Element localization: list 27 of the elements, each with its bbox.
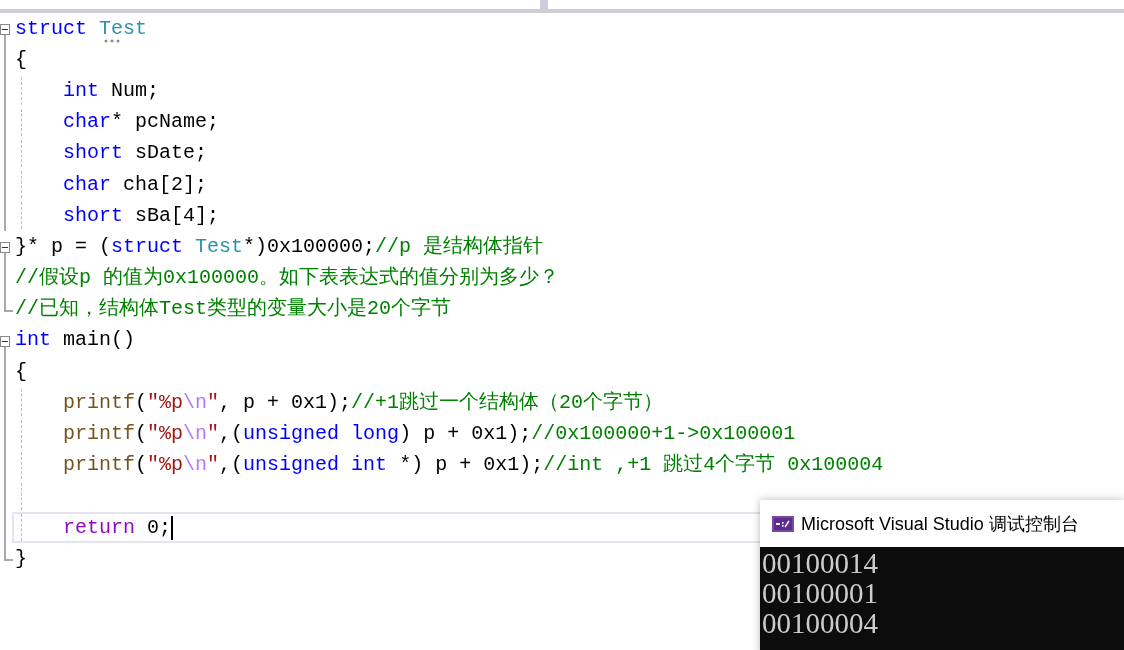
console-app-icon [772, 515, 794, 532]
collapse-icon[interactable] [0, 242, 10, 254]
code-line: short sBa[4]; [63, 204, 220, 227]
code-line: //假设p 的值为0x100000。如下表表达式的值分别为多少？ [15, 267, 560, 290]
code-line: return 0; [63, 516, 172, 539]
console-output-line: 00100001 [762, 578, 878, 608]
text-cursor [171, 515, 174, 540]
code-line: //已知，结构体Test类型的变量大小是20个字节 [15, 298, 451, 321]
suggestion-dots-icon[interactable] [104, 38, 120, 43]
code-line: struct Test [15, 17, 148, 40]
collapse-icon[interactable] [0, 335, 10, 347]
code-line: char* pcName; [63, 111, 220, 134]
code-line: printf("%p\n",(unsigned int *) p + 0x1);//int ,+1 跳过4个字节 0x100004 [63, 454, 884, 477]
code-line: { [15, 360, 27, 383]
code-line: { [15, 48, 27, 71]
code-line: char cha[2]; [63, 173, 208, 196]
console-output-line: 00100004 [762, 608, 878, 638]
collapse-icon[interactable] [0, 24, 10, 35]
console-output-line: 00100014 [762, 548, 878, 578]
code-line: short sDate; [63, 142, 208, 165]
code-line: int main() [15, 329, 136, 352]
code-line: } [15, 547, 27, 570]
code-line: }* p = (struct Test*)0x100000;//p 是结构体指针 [15, 235, 544, 258]
code-line: printf("%p\n",(unsigned long) p + 0x1);//0x100000+1->0x100001 [63, 423, 796, 446]
code-line: printf("%p\n", p + 0x1);//+1跳过一个结构体（20个字节） [63, 391, 664, 414]
console-title: Microsoft Visual Studio 调试控制台 [801, 512, 1079, 536]
code-line: int Num; [63, 79, 160, 102]
